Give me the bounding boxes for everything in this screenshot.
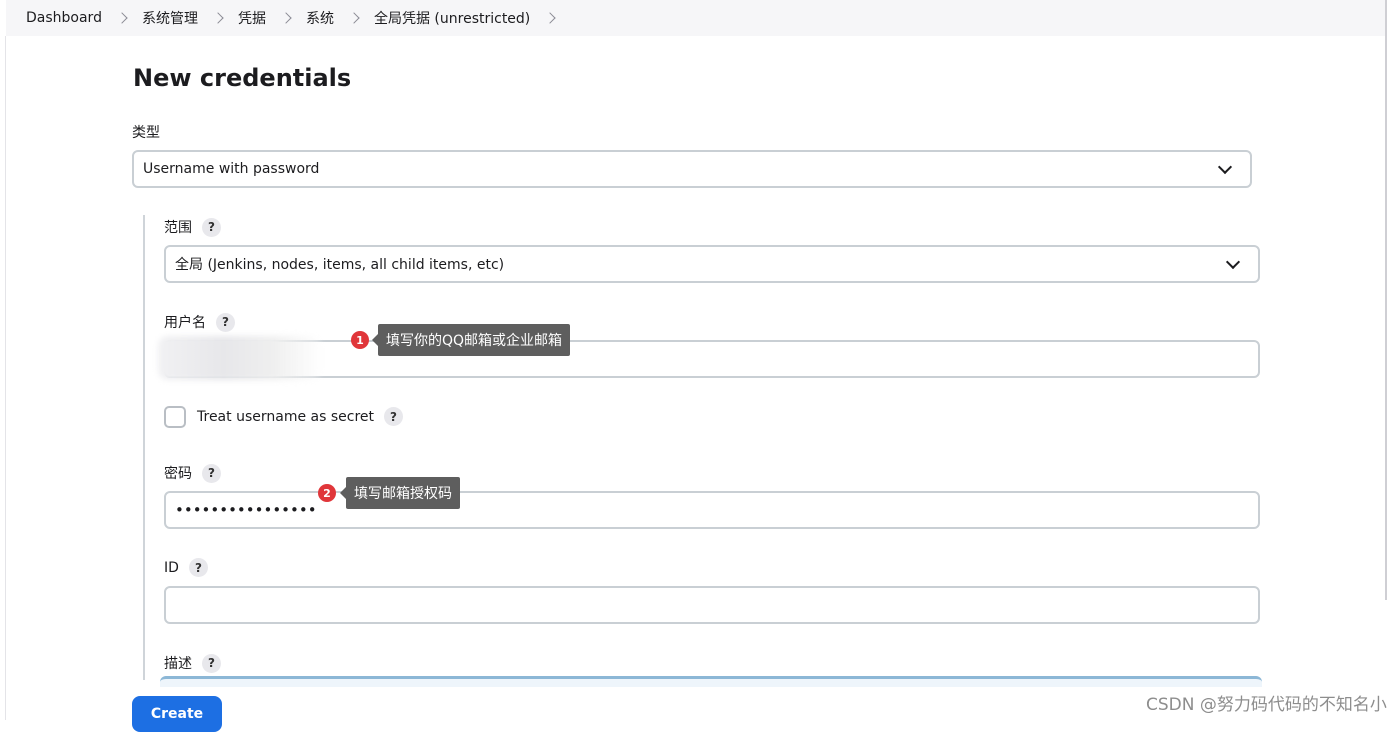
scope-label: 范围 ? [164, 217, 221, 237]
chevron-down-icon [1217, 159, 1233, 175]
annotation-tooltip-2: 填写邮箱授权码 [340, 477, 460, 509]
annotation-badge-2: 2 [318, 484, 336, 502]
help-icon[interactable]: ? [202, 653, 221, 673]
scrollbar[interactable] [1385, 0, 1387, 600]
password-label: 密码 ? [164, 463, 221, 483]
help-icon[interactable]: ? [202, 217, 221, 237]
username-label: 用户名 ? [164, 312, 235, 332]
scope-label-text: 范围 [164, 220, 192, 236]
chevron-right-icon[interactable] [544, 12, 556, 24]
treat-secret-label-text[interactable]: Treat username as secret [197, 409, 374, 425]
help-icon[interactable]: ? [188, 558, 208, 577]
chevron-right-icon [116, 12, 128, 24]
description-label: 描述 ? [164, 653, 221, 673]
breadcrumb-global-credentials[interactable]: 全局凭据 (unrestricted) [374, 8, 530, 28]
scope-select-value: 全局 (Jenkins, nodes, items, all child ite… [175, 257, 505, 273]
breadcrumb-dashboard[interactable]: Dashboard [26, 10, 102, 26]
kind-select-value: Username with password [143, 161, 320, 177]
id-label: ID ? [164, 558, 208, 577]
chevron-right-icon [280, 12, 292, 24]
annotation-text-1: 填写你的QQ邮箱或企业邮箱 [386, 333, 563, 349]
scope-select[interactable]: 全局 (Jenkins, nodes, items, all child ite… [164, 245, 1260, 283]
annotation-text-2: 填写邮箱授权码 [354, 486, 452, 502]
watermark: CSDN @努力码代码的不知名小 [1146, 695, 1387, 715]
id-input[interactable] [164, 586, 1260, 624]
help-icon[interactable]: ? [216, 312, 235, 332]
redacted-username [158, 336, 322, 380]
id-label-text: ID [164, 559, 179, 576]
kind-select[interactable]: Username with password [132, 150, 1252, 188]
window-edge [5, 36, 6, 720]
kind-label-text: 类型 [132, 125, 160, 141]
kind-label: 类型 [132, 122, 160, 142]
breadcrumb-system[interactable]: 系统 [306, 8, 334, 28]
annotation-tooltip-1: 填写你的QQ邮箱或企业邮箱 [371, 324, 571, 356]
breadcrumb-credentials[interactable]: 凭据 [238, 8, 266, 28]
nested-section-border [143, 215, 145, 680]
username-label-text: 用户名 [164, 315, 206, 331]
annotation-badge-1: 1 [351, 331, 369, 349]
username-input[interactable] [164, 340, 1260, 378]
create-button[interactable]: Create [132, 696, 222, 732]
treat-username-secret-checkbox[interactable] [164, 406, 186, 428]
breadcrumb-manage[interactable]: 系统管理 [142, 8, 198, 28]
password-label-text: 密码 [164, 466, 192, 482]
treat-secret-label: Treat username as secret ? [197, 407, 403, 426]
page-title: New credentials [133, 64, 352, 92]
help-icon[interactable]: ? [384, 407, 403, 426]
breadcrumb: Dashboard 系统管理 凭据 系统 全局凭据 (unrestricted) [6, 0, 1386, 36]
description-textarea[interactable] [160, 676, 1262, 687]
description-label-text: 描述 [164, 656, 192, 672]
chevron-right-icon [348, 12, 360, 24]
chevron-right-icon [212, 12, 224, 24]
help-icon[interactable]: ? [202, 463, 221, 483]
chevron-down-icon [1225, 254, 1241, 270]
password-value: •••••••••••••••• [175, 501, 317, 519]
